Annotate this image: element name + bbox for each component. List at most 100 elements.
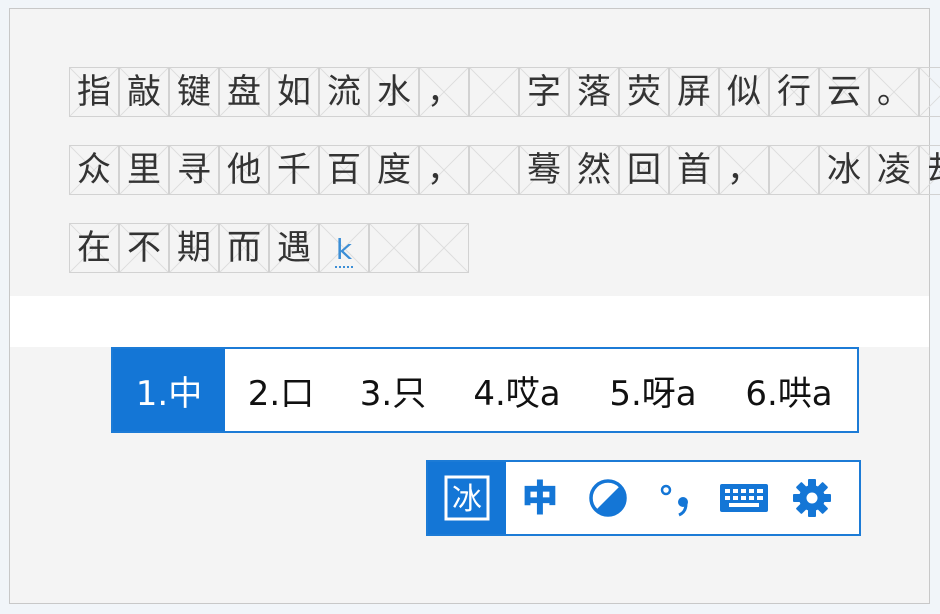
grid-char: ，	[427, 150, 461, 190]
composition-area: 指敲键盘如流水 ， 字落荧屏似行云。 众里寻他千百度 ， 蓦然回首 ， 冰凌却 在不期而遇k	[10, 9, 940, 296]
grid-cell: ，	[719, 145, 769, 195]
grid-cell: 然	[569, 145, 619, 195]
grid-char: 敲	[127, 72, 161, 112]
grid-cell: 似	[719, 67, 769, 117]
candidate-2[interactable]: 2.口	[225, 349, 337, 431]
grid-char: 蓦	[527, 150, 561, 190]
grid-cell: 敲	[119, 67, 169, 117]
grid-char: 回	[627, 150, 661, 190]
grid-char: 遇	[277, 228, 311, 268]
grid-char: 不	[127, 228, 161, 268]
punctuation-toggle[interactable]	[642, 462, 710, 534]
grid-cell: 却	[919, 145, 940, 195]
grid-cell	[469, 67, 519, 117]
grid-char: 首	[677, 150, 711, 190]
grid-char: 盘	[227, 72, 261, 112]
punctuation-icon	[660, 484, 688, 517]
grid-cell	[919, 67, 940, 117]
half-width-toggle[interactable]	[574, 462, 642, 534]
grid-char: 。	[877, 72, 911, 112]
candidate-3[interactable]: 3.只	[337, 349, 449, 431]
soft-keyboard-button[interactable]	[710, 462, 778, 534]
grid-cell: 里	[119, 145, 169, 195]
grid-cell: 寻	[169, 145, 219, 195]
candidate-1[interactable]: 1.中	[113, 349, 225, 431]
settings-button[interactable]	[778, 462, 846, 534]
grid-cell: 云	[819, 67, 869, 117]
grid-cell	[469, 145, 519, 195]
grid-cell: 盘	[219, 67, 269, 117]
grid-char: 百	[327, 150, 361, 190]
grid-char: 字	[527, 72, 561, 112]
grid-cell: 期	[169, 223, 219, 273]
grid-cell: 蓦	[519, 145, 569, 195]
grid-cell: 不	[119, 223, 169, 273]
text-line-2: 众里寻他千百度 ， 蓦然回首 ， 冰凌却	[69, 145, 940, 195]
grid-char: 流	[327, 72, 361, 112]
grid-char: 却	[927, 153, 940, 187]
candidate-6[interactable]: 6.哄a	[721, 349, 857, 431]
grid-char: 然	[577, 150, 611, 190]
grid-char: 度	[377, 150, 411, 190]
grid-cell: 凌	[869, 145, 919, 195]
grid-cell: 冰	[819, 145, 869, 195]
grid-char: 而	[227, 228, 261, 268]
grid-cell: 百	[319, 145, 369, 195]
logo-icon: 冰	[444, 475, 490, 521]
chinese-mode-button[interactable]: 中	[506, 462, 574, 534]
grid-cell: 行	[769, 67, 819, 117]
composition-cursor-cell: k	[319, 223, 369, 273]
grid-char: ，	[727, 150, 761, 190]
grid-cell	[769, 145, 819, 195]
grid-cell: 流	[319, 67, 369, 117]
grid-cell	[369, 223, 419, 273]
composition-input-char: k	[334, 233, 354, 268]
grid-cell: 键	[169, 67, 219, 117]
candidate-4[interactable]: 4.哎a	[449, 349, 585, 431]
keyboard-icon	[720, 484, 768, 512]
grid-char: 水	[377, 72, 411, 112]
grid-char: 众	[77, 150, 111, 190]
grid-cell: 字	[519, 67, 569, 117]
grid-char: 寻	[177, 150, 211, 190]
text-line-1: 指敲键盘如流水 ， 字落荧屏似行云。	[69, 67, 940, 117]
grid-char: 荧	[627, 72, 661, 112]
grid-cell: 屏	[669, 67, 719, 117]
grid-char: ，	[427, 72, 461, 112]
grid-cell: 指	[69, 67, 119, 117]
grid-char: 云	[827, 72, 861, 112]
text-line-3: 在不期而遇k	[69, 223, 469, 273]
grid-char: 落	[577, 72, 611, 112]
grid-cell: 度	[369, 145, 419, 195]
logo-char: 冰	[452, 482, 482, 517]
grid-cell: 荧	[619, 67, 669, 117]
grid-cell	[419, 223, 469, 273]
grid-cell: 水	[369, 67, 419, 117]
grid-char: 在	[77, 228, 111, 268]
settings-gear-icon	[793, 479, 831, 517]
grid-char: 他	[227, 150, 261, 190]
grid-cell: 落	[569, 67, 619, 117]
grid-cell: 。	[869, 67, 919, 117]
grid-cell: 首	[669, 145, 719, 195]
grid-char: 行	[777, 72, 811, 112]
ime-toolbar: 冰 中	[426, 460, 861, 536]
grid-cell: 遇	[269, 223, 319, 273]
candidate-5[interactable]: 5.呀a	[585, 349, 721, 431]
grid-cell: 千	[269, 145, 319, 195]
half-width-icon	[589, 479, 627, 517]
chinese-mode-icon: 中	[522, 478, 558, 520]
ime-logo-button[interactable]: 冰	[428, 462, 506, 534]
grid-char: 凌	[877, 150, 911, 190]
grid-char: 冰	[827, 150, 861, 190]
grid-char: 似	[727, 72, 761, 112]
candidate-bar: 1.中 2.口 3.只 4.哎a 5.呀a 6.哄a	[111, 347, 859, 433]
mode-label: 中	[523, 479, 557, 519]
grid-char: 屏	[677, 72, 711, 112]
grid-char: 指	[77, 72, 111, 112]
grid-cell: ，	[419, 67, 469, 117]
grid-cell: 而	[219, 223, 269, 273]
grid-cell: 他	[219, 145, 269, 195]
grid-char: 里	[127, 150, 161, 190]
grid-char: 如	[277, 72, 311, 112]
